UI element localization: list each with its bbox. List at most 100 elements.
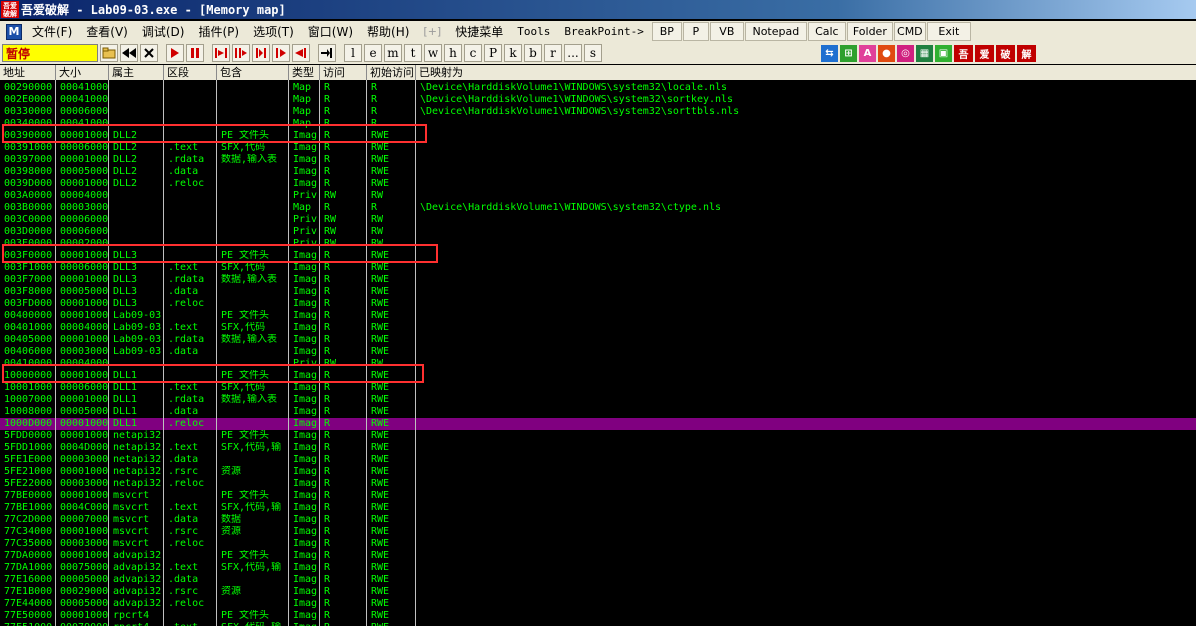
- handles-window-button[interactable]: h: [444, 44, 462, 62]
- folder-button[interactable]: Folder: [846, 22, 893, 41]
- table-row[interactable]: 10007000 00001000 DLL1 .rdata 数据,输入表 Imag R RWE: [0, 394, 1196, 406]
- pink-a-icon[interactable]: A: [859, 44, 876, 62]
- call-stack-window-button[interactable]: k: [504, 44, 522, 62]
- source-window-button[interactable]: s: [584, 44, 602, 62]
- orange-circle-icon[interactable]: ●: [878, 44, 895, 62]
- table-row[interactable]: 10001000 00006000 DLL1 .text SFX,代码 Imag R RWE: [0, 382, 1196, 394]
- windows-window-button[interactable]: w: [424, 44, 442, 62]
- table-row[interactable]: 77BE1000 0004C000 msvcrt .text SFX,代码,输 Imag R…: [0, 502, 1196, 514]
- menu-view[interactable]: 查看(V): [79, 23, 135, 40]
- run-trace-window-button[interactable]: ...: [564, 44, 582, 62]
- calc-button[interactable]: Calc: [807, 22, 846, 41]
- modules-window-button[interactable]: e: [364, 44, 382, 62]
- table-row[interactable]: 5FE1E000 00003000 netapi32 .data Imag R RWE: [0, 454, 1196, 466]
- menu-debug[interactable]: 调试(D): [135, 23, 192, 40]
- table-row[interactable]: 003F7000 00001000 DLL3 .rdata 数据,输入表 Imag R RWE: [0, 274, 1196, 286]
- header-contains[interactable]: 包含: [217, 65, 289, 80]
- menu-options[interactable]: 选项(T): [246, 23, 301, 40]
- table-row[interactable]: 003F1000 00006000 DLL3 .text SFX,代码 Imag R RWE: [0, 262, 1196, 274]
- table-row[interactable]: 77E16000 00005000 advapi32 .data Imag R RWE: [0, 574, 1196, 586]
- table-row[interactable]: 77C34000 00001000 msvcrt .rsrc 资源 Imag R RWE: [0, 526, 1196, 538]
- table-row[interactable]: 77C35000 00003000 msvcrt .reloc Imag R RWE: [0, 538, 1196, 550]
- menu-file[interactable]: 文件(F): [25, 23, 79, 40]
- table-row[interactable]: 77E51000 00079000 rpcrt4 .text SFX,代码,输 Imag R…: [0, 622, 1196, 626]
- table-row[interactable]: 00391000 00006000 DLL2 .text SFX,代码 Imag R RWE: [0, 142, 1196, 154]
- table-row[interactable]: 77BE0000 00001000 msvcrt PE 文件头 Imag R RWE: [0, 490, 1196, 502]
- close-icon[interactable]: [140, 44, 158, 62]
- menu-help[interactable]: 帮助(H): [360, 23, 416, 40]
- menu-expand[interactable]: [+]: [416, 25, 448, 38]
- log-window-button[interactable]: l: [344, 44, 362, 62]
- references-window-button[interactable]: r: [544, 44, 562, 62]
- table-row[interactable]: 77DA1000 00075000 advapi32 .text SFX,代码,输 Ima…: [0, 562, 1196, 574]
- vb-button[interactable]: VB: [709, 22, 744, 41]
- header-initial-access[interactable]: 初始访问: [367, 65, 416, 80]
- green-box-icon[interactable]: ▣: [935, 44, 952, 62]
- logo-char-2-icon[interactable]: 爱: [975, 44, 994, 62]
- rewind-icon[interactable]: [120, 44, 138, 62]
- table-row[interactable]: 00400000 00001000 Lab09-03 PE 文件头 Imag R RWE: [0, 310, 1196, 322]
- table-tool-icon[interactable]: ▦: [916, 44, 933, 62]
- table-row[interactable]: 00405000 00001000 Lab09-03 .rdata 数据,输入表 Imag…: [0, 334, 1196, 346]
- trace-into-icon[interactable]: [252, 44, 270, 62]
- table-row[interactable]: 5FDD1000 0004D000 netapi32 .text SFX,代码,输 Ima…: [0, 442, 1196, 454]
- menu-tools[interactable]: Tools: [510, 25, 557, 38]
- exit-button[interactable]: Exit: [926, 22, 971, 41]
- step-over-icon[interactable]: [232, 44, 250, 62]
- table-row[interactable]: 00397000 00001000 DLL2 .rdata 数据,输入表 Imag R RWE: [0, 154, 1196, 166]
- table-row[interactable]: 0039D000 00001000 DLL2 .reloc Imag R RWE: [0, 178, 1196, 190]
- header-type[interactable]: 类型: [289, 65, 320, 80]
- menu-shortcut[interactable]: 快捷菜单: [448, 23, 510, 40]
- green-tool-icon[interactable]: ⊞: [840, 44, 857, 62]
- table-row[interactable]: 003FD000 00001000 DLL3 .reloc Imag R RWE: [0, 298, 1196, 310]
- table-row[interactable]: 002E0000 00041000 Map R R \Device\HarddiskVol…: [0, 94, 1196, 106]
- patches-window-button[interactable]: P: [484, 44, 502, 62]
- cmd-button[interactable]: CMD: [893, 22, 926, 41]
- trace-over-icon[interactable]: [272, 44, 290, 62]
- header-owner[interactable]: 属主: [109, 65, 164, 80]
- target-icon[interactable]: ◎: [897, 44, 914, 62]
- table-row[interactable]: 1000D000 00001000 DLL1 .reloc Imag R RWE: [0, 418, 1196, 430]
- threads-window-button[interactable]: t: [404, 44, 422, 62]
- notepad-button[interactable]: Notepad: [744, 22, 807, 41]
- bp-button[interactable]: BP: [651, 22, 682, 41]
- table-row[interactable]: 003F8000 00005000 DLL3 .data Imag R RWE: [0, 286, 1196, 298]
- menu-window[interactable]: 窗口(W): [301, 23, 360, 40]
- p-button[interactable]: P: [682, 22, 709, 41]
- goto-icon[interactable]: [318, 44, 336, 62]
- title-bar[interactable]: 吾爱破解 吾爱破解 - Lab09-03.exe - [Memory map]: [0, 0, 1196, 19]
- memory-map-table[interactable]: 00290000 00041000 Map R R \Device\HarddiskVol…: [0, 80, 1196, 626]
- open-file-icon[interactable]: [100, 44, 118, 62]
- header-access[interactable]: 访问: [320, 65, 367, 80]
- run-icon[interactable]: [166, 44, 184, 62]
- header-address[interactable]: 地址: [0, 65, 56, 80]
- table-row[interactable]: 00330000 00006000 Map R R \Device\HarddiskVol…: [0, 106, 1196, 118]
- table-row[interactable]: 003B0000 00003000 Map R R \Device\HarddiskVol…: [0, 202, 1196, 214]
- table-row[interactable]: 003A0000 00004000 Priv RW RW: [0, 190, 1196, 202]
- table-row[interactable]: 00290000 00041000 Map R R \Device\HarddiskVol…: [0, 82, 1196, 94]
- menu-breakpoint[interactable]: BreakPoint->: [557, 25, 650, 38]
- header-mapped-as[interactable]: 已映射为: [416, 65, 1196, 80]
- header-size[interactable]: 大小: [56, 65, 109, 80]
- table-row[interactable]: 77E50000 00001000 rpcrt4 PE 文件头 Imag R RWE: [0, 610, 1196, 622]
- table-row[interactable]: 003C0000 00006000 Priv RW RW: [0, 214, 1196, 226]
- header-section[interactable]: 区段: [164, 65, 217, 80]
- table-row[interactable]: 10008000 00005000 DLL1 .data Imag R RWE: [0, 406, 1196, 418]
- menu-plugins[interactable]: 插件(P): [191, 23, 246, 40]
- cpu-window-button[interactable]: c: [464, 44, 482, 62]
- step-into-icon[interactable]: [212, 44, 230, 62]
- logo-char-1-icon[interactable]: 吾: [954, 44, 973, 62]
- logo-char-3-icon[interactable]: 破: [996, 44, 1015, 62]
- breakpoints-window-button[interactable]: b: [524, 44, 542, 62]
- table-row[interactable]: 77C2D000 00007000 msvcrt .data 数据 Imag R RWE: [0, 514, 1196, 526]
- table-row[interactable]: 5FDD0000 00001000 netapi32 PE 文件头 Imag R RWE: [0, 430, 1196, 442]
- logo-char-4-icon[interactable]: 解: [1017, 44, 1036, 62]
- refresh-icon[interactable]: ⇆: [821, 44, 838, 62]
- table-row[interactable]: 00406000 00003000 Lab09-03 .data Imag R RWE: [0, 346, 1196, 358]
- table-row[interactable]: 77DA0000 00001000 advapi32 PE 文件头 Imag R RWE: [0, 550, 1196, 562]
- table-row[interactable]: 003D0000 00006000 Priv RW RW: [0, 226, 1196, 238]
- pause-icon[interactable]: [186, 44, 204, 62]
- memory-window-button[interactable]: m: [384, 44, 402, 62]
- table-row[interactable]: 77E44000 00005000 advapi32 .reloc Imag R RWE: [0, 598, 1196, 610]
- table-row[interactable]: 00401000 00004000 Lab09-03 .text SFX,代码 Imag R…: [0, 322, 1196, 334]
